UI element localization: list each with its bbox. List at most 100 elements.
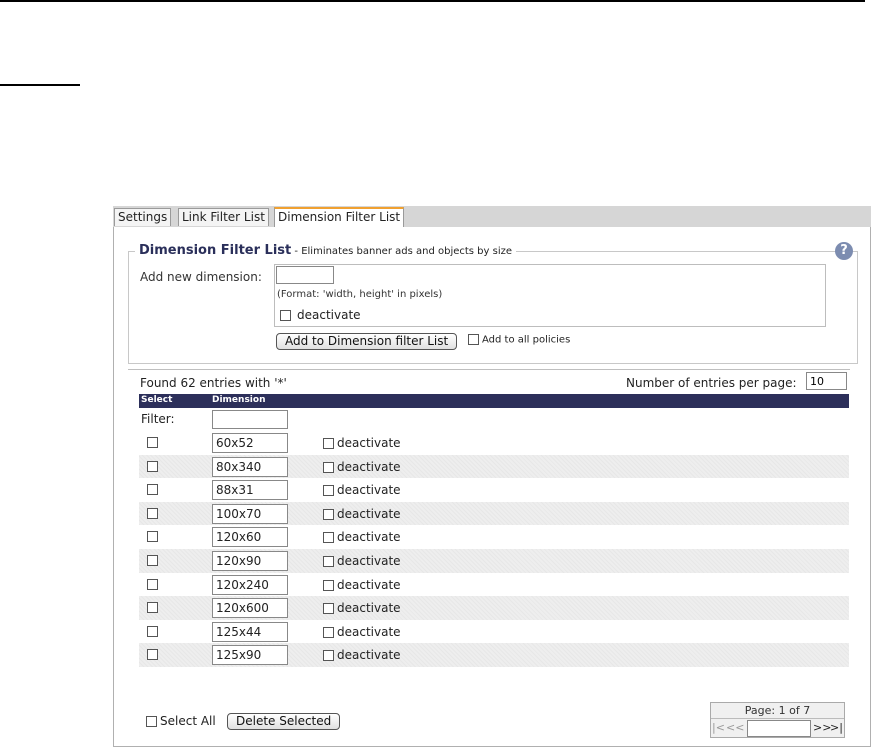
row-select-checkbox[interactable]	[147, 437, 158, 448]
next-page-button[interactable]: >>	[813, 721, 831, 734]
row-deactivate-checkbox[interactable]	[323, 532, 334, 544]
tab-bar: Settings Link Filter List Dimension Filt…	[113, 206, 871, 228]
row-deactivate-label: deactivate	[337, 530, 401, 545]
row-deactivate-label: deactivate	[337, 436, 401, 450]
table-footer: Select All Delete Selected Page: 1 of 7 …	[139, 694, 849, 742]
table-header: Select Dimension	[139, 394, 849, 408]
filter-row: Filter:	[139, 408, 849, 431]
row-dimension-input[interactable]	[212, 598, 288, 619]
section-legend: Dimension Filter List - Eliminates banne…	[135, 243, 517, 258]
table-row: deactivate	[139, 620, 849, 644]
last-page-button[interactable]: >|	[830, 721, 843, 734]
new-dimension-input[interactable]	[276, 266, 334, 284]
found-entries-text: Found 62 entries with '*'	[140, 376, 287, 390]
section-subtitle: Eliminates banner ads and objects by siz…	[301, 246, 513, 257]
table-row: deactivate	[139, 431, 849, 455]
row-dimension-input[interactable]	[212, 456, 288, 477]
row-dimension-input[interactable]	[212, 574, 288, 595]
row-select-checkbox[interactable]	[147, 484, 158, 496]
delete-selected-button[interactable]: Delete Selected	[227, 713, 341, 730]
row-select-checkbox[interactable]	[147, 507, 158, 519]
row-deactivate-label: deactivate	[337, 601, 401, 616]
row-deactivate-checkbox[interactable]	[323, 508, 334, 520]
row-deactivate-option: deactivate	[323, 601, 401, 615]
table-body: deactivate deactivate deactivate deactivate…	[139, 431, 849, 667]
row-select-checkbox[interactable]	[147, 531, 158, 543]
first-page-button[interactable]: |<	[712, 721, 725, 734]
row-select-checkbox[interactable]	[147, 649, 158, 661]
row-deactivate-option: deactivate	[323, 507, 401, 521]
select-all-label: Select All	[160, 714, 216, 728]
tab-settings[interactable]: Settings	[114, 208, 172, 226]
top-rule	[0, 0, 865, 2]
row-deactivate-option: deactivate	[323, 625, 401, 639]
row-deactivate-checkbox[interactable]	[323, 579, 334, 591]
row-deactivate-label: deactivate	[337, 506, 401, 521]
select-all-option: Select All	[146, 714, 216, 728]
table-row: deactivate	[139, 596, 849, 620]
col-dimension-header: Dimension	[212, 395, 266, 405]
row-dimension-input[interactable]	[212, 433, 288, 453]
table-row: deactivate	[139, 548, 849, 573]
tab-link-filter-list[interactable]: Link Filter List	[178, 208, 269, 226]
row-deactivate-option: deactivate	[323, 460, 401, 474]
row-deactivate-label: deactivate	[337, 577, 401, 592]
row-deactivate-checkbox[interactable]	[323, 603, 334, 615]
row-dimension-input[interactable]	[212, 645, 288, 666]
row-deactivate-label: deactivate	[337, 483, 401, 498]
new-deactivate-label: deactivate	[297, 308, 361, 322]
filter-input[interactable]	[212, 410, 288, 429]
new-deactivate-option: deactivate	[280, 308, 361, 322]
filter-panel: Settings Link Filter List Dimension Filt…	[113, 206, 871, 747]
page-number-input[interactable]	[747, 720, 811, 737]
row-select-checkbox[interactable]	[147, 554, 158, 566]
per-page-input[interactable]	[806, 372, 847, 390]
page-indicator: Page: 1 of 7	[744, 704, 811, 717]
row-deactivate-checkbox[interactable]	[323, 650, 334, 662]
table-row: deactivate	[139, 525, 849, 549]
table-row: deactivate	[139, 573, 849, 597]
tab-content: Dimension Filter List - Eliminates banne…	[113, 227, 871, 747]
row-deactivate-option: deactivate	[323, 530, 401, 544]
left-rule	[0, 84, 80, 86]
tab-dimension-filter-list[interactable]: Dimension Filter List	[274, 207, 405, 228]
row-deactivate-label: deactivate	[337, 553, 401, 568]
new-deactivate-checkbox[interactable]	[280, 310, 291, 321]
row-deactivate-checkbox[interactable]	[323, 438, 334, 449]
row-deactivate-checkbox[interactable]	[323, 485, 334, 497]
row-deactivate-checkbox[interactable]	[323, 461, 334, 473]
pager: Page: 1 of 7 |< << >> >|	[710, 702, 845, 738]
table-row: deactivate	[139, 454, 849, 479]
row-dimension-input[interactable]	[212, 550, 288, 571]
table-row: deactivate	[139, 643, 849, 667]
section-title: Dimension Filter List	[139, 243, 292, 258]
section-divider	[128, 369, 850, 370]
table-row: deactivate	[139, 501, 849, 526]
row-dimension-input[interactable]	[212, 527, 288, 548]
select-all-checkbox[interactable]	[146, 716, 157, 727]
add-to-all-policies-option: Add to all policies	[468, 334, 570, 346]
row-dimension-input[interactable]	[212, 621, 288, 642]
prev-page-button[interactable]: <<	[726, 721, 744, 734]
row-deactivate-option: deactivate	[323, 483, 401, 497]
row-select-checkbox[interactable]	[147, 460, 158, 472]
help-icon[interactable]: ?	[835, 242, 853, 260]
add-all-policies-checkbox[interactable]	[468, 334, 479, 345]
row-deactivate-option: deactivate	[323, 554, 401, 568]
row-dimension-input[interactable]	[212, 480, 288, 501]
row-select-checkbox[interactable]	[147, 602, 158, 614]
section-separator: -	[291, 246, 302, 257]
row-deactivate-option: deactivate	[323, 436, 401, 450]
row-deactivate-label: deactivate	[337, 624, 401, 639]
add-to-list-button[interactable]: Add to Dimension filter List	[276, 333, 458, 350]
row-deactivate-checkbox[interactable]	[323, 555, 334, 567]
add-dimension-label: Add new dimension:	[140, 270, 262, 284]
row-deactivate-checkbox[interactable]	[323, 626, 334, 638]
filter-label: Filter:	[141, 412, 175, 426]
pager-nav: |< << >> >|	[711, 718, 844, 738]
per-page-label: Number of entries per page:	[626, 376, 797, 390]
row-dimension-input[interactable]	[212, 503, 288, 524]
row-select-checkbox[interactable]	[147, 625, 158, 637]
row-select-checkbox[interactable]	[147, 578, 158, 590]
row-deactivate-label: deactivate	[337, 459, 401, 474]
